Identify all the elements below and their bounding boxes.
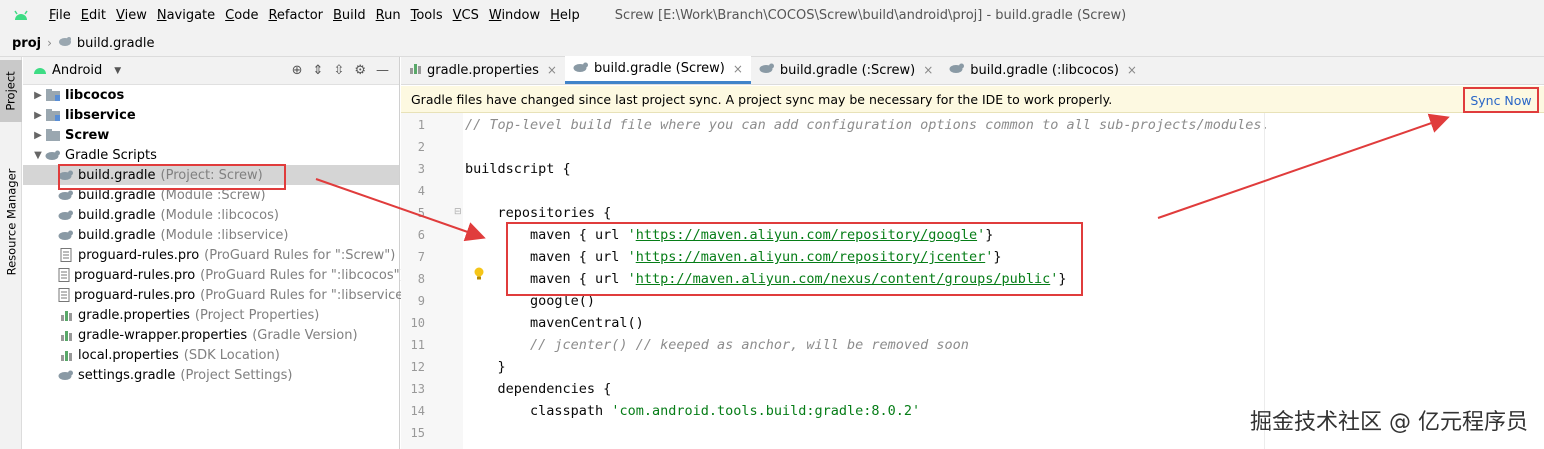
arrow-to-sync-now: [1157, 113, 1450, 219]
annotation-arrows: [315, 113, 1450, 242]
arrow-to-repos: [315, 178, 486, 242]
watermark: 掘金技术社区 @ 亿元程序员: [1250, 410, 1528, 435]
